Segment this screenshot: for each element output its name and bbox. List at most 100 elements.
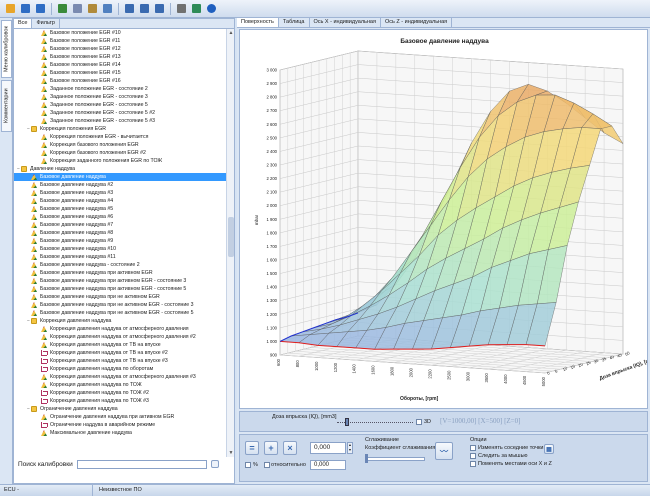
tree-item[interactable]: Базовое давление наддува (14, 173, 226, 181)
relative-checkbox[interactable] (264, 462, 270, 468)
reload-button[interactable] (190, 2, 203, 15)
copy-icon (73, 4, 82, 13)
view-tab[interactable]: Ось X - индивидуальная (309, 18, 381, 27)
tree-item[interactable]: Коррекция заданного положения EGR по ТОЖ (14, 157, 226, 165)
tree-item[interactable]: Коррекция давления наддува от атмосферно… (14, 333, 226, 341)
copy-button[interactable] (71, 2, 84, 15)
open-button[interactable] (4, 2, 17, 15)
tree-folder[interactable]: − Ограничение давления наддува (14, 405, 226, 413)
undo-button[interactable] (101, 2, 114, 15)
tree-item[interactable]: Коррекция давления наддува от атмосферно… (14, 325, 226, 333)
search-button[interactable] (153, 2, 166, 15)
settings-button[interactable] (175, 2, 188, 15)
navigate-button[interactable] (138, 2, 151, 15)
tree-item[interactable]: Заданное положение EGR - состояние 5 #2 (14, 109, 226, 117)
tree-item[interactable]: Базовое давление наддува #4 (14, 197, 226, 205)
grid-options-button[interactable]: ▦ (544, 444, 554, 454)
relative-value-input[interactable]: 0,000 (310, 460, 346, 470)
tree-item[interactable]: Ограничение давления наддува при активно… (14, 413, 226, 421)
tree-item-label: Коррекция заданного положения EGR по ТОЖ (50, 158, 163, 164)
tree-item[interactable]: Коррекция давления наддува по оборотам (14, 365, 226, 373)
smooth-button[interactable]: 〰 (435, 442, 453, 460)
tree-item[interactable]: Заданное положение EGR - состояние 3 (14, 93, 226, 101)
tree-item[interactable]: Базовое давление наддува #7 (14, 221, 226, 229)
tab-filter[interactable]: Фильтр (32, 19, 60, 28)
tree-item[interactable]: Базовое давление наддува #9 (14, 237, 226, 245)
paste-button[interactable] (86, 2, 99, 15)
tree-item[interactable]: Коррекция давления наддува по ТОЖ (14, 381, 226, 389)
tree-scrollbar[interactable]: ▲ ▼ (226, 29, 234, 457)
tree-item[interactable]: Коррекция давления наддува по ТОЖ #2 (14, 389, 226, 397)
tree-folder[interactable]: − Давление наддува (14, 165, 226, 173)
tab-all[interactable]: Все (14, 19, 33, 28)
tree-item[interactable]: Ограничение наддува в аварийном режиме (14, 421, 226, 429)
import-button[interactable] (56, 2, 69, 15)
tree-item[interactable]: Базовое давление наддува #5 (14, 205, 226, 213)
tree-folder[interactable]: − Коррекция давления наддува (14, 317, 226, 325)
tree-item[interactable]: Коррекция базового положения EGR #2 (14, 149, 226, 157)
tree-item[interactable]: Базовое давление наддува #10 (14, 245, 226, 253)
smoothing-slider[interactable] (365, 457, 425, 461)
save-button[interactable] (19, 2, 32, 15)
swap-axes-checkbox[interactable] (470, 461, 476, 467)
tree-item[interactable]: Базовое давление наддува #11 (14, 253, 226, 261)
tree-item[interactable]: Базовое давление наддува #2 (14, 181, 226, 189)
set-value-button[interactable]: = (245, 441, 259, 455)
save-as-button[interactable] (34, 2, 47, 15)
tree-item[interactable]: Коррекция давления наддува от ТВ на впус… (14, 357, 226, 365)
3d-checkbox[interactable] (416, 419, 422, 425)
view-tab[interactable]: Ось Z - индивидуальная (380, 18, 453, 27)
tree-item[interactable]: Базовое давление наддува - состояние 2 (14, 261, 226, 269)
view-tab[interactable]: Таблица (278, 18, 310, 27)
change-adjacent-checkbox[interactable] (470, 445, 476, 451)
tree-item[interactable]: Коррекция давления наддува от ТВ на впус… (14, 349, 226, 357)
multiply-value-button[interactable]: × (283, 441, 297, 455)
value-spin[interactable]: ▲ ▼ (347, 442, 353, 454)
tree-item[interactable]: Базовое давление наддува при активном EG… (14, 269, 226, 277)
value-input[interactable]: 0,000 (310, 442, 346, 454)
tree-item[interactable]: Коррекция базового положения EGR (14, 141, 226, 149)
help-button[interactable] (205, 2, 218, 15)
tree-item[interactable]: Заданное положение EGR - состояние 5 (14, 101, 226, 109)
tab-comments[interactable]: Комментарии (1, 80, 12, 132)
tree-item[interactable]: Базовое положение EGR #12 (14, 45, 226, 53)
scroll-thumb[interactable] (228, 217, 234, 257)
search-go-icon[interactable] (210, 460, 219, 468)
tree-item[interactable]: Заданное положение EGR - состояние 5 #3 (14, 117, 226, 125)
tree-item[interactable]: Коррекция давления наддува от атмосферно… (14, 373, 226, 381)
tree-item[interactable]: Базовое давление наддува при активном EG… (14, 277, 226, 285)
tree-item[interactable]: Базовое положение EGR #15 (14, 69, 226, 77)
tree-item[interactable]: Базовое давление наддува #3 (14, 189, 226, 197)
tree-item[interactable]: Базовое давление наддува при не активном… (14, 301, 226, 309)
tree-item[interactable]: Базовое положение EGR #13 (14, 53, 226, 61)
tree-item[interactable]: Базовое положение EGR #16 (14, 77, 226, 85)
percent-checkbox[interactable] (245, 462, 251, 468)
surface-plot[interactable]: Базовое давление наддува 900 1 000 1 100 1 … (239, 29, 648, 409)
tree-item[interactable]: Базовое положение EGR #10 (14, 29, 226, 37)
tree-item[interactable]: Базовое давление наддува при не активном… (14, 293, 226, 301)
z-tick-label: 1 400 (267, 285, 278, 290)
follow-mouse-checkbox[interactable] (470, 453, 476, 459)
tab-calibration-menu[interactable]: Меню калибровок (1, 20, 12, 78)
compare-button[interactable] (123, 2, 136, 15)
tree-item[interactable]: Коррекция давления наддува от ТВ на впус… (14, 341, 226, 349)
smoothing-slider-thumb[interactable] (365, 454, 368, 463)
search-input[interactable] (76, 459, 207, 469)
tree-item[interactable]: Максимальное давление наддува (14, 429, 226, 437)
tree-item[interactable]: Базовое давление наддува при активном EG… (14, 285, 226, 293)
tree-item[interactable]: Коррекция положения EGR - вычитается (14, 133, 226, 141)
tree-item[interactable]: Заданное положение EGR - состояние 2 (14, 85, 226, 93)
tree-item[interactable]: Базовое давление наддува #6 (14, 213, 226, 221)
surface-chart-svg[interactable]: 900 1 000 1 100 1 200 1 300 1 400 1 500 1 600 1 … (240, 30, 647, 408)
tree-item[interactable]: Базовое давление наддува при не активном… (14, 309, 226, 317)
iq-slider-thumb[interactable] (345, 418, 349, 426)
scroll-down-icon[interactable]: ▼ (227, 449, 235, 457)
view-tab[interactable]: Поверхность (237, 18, 279, 27)
add-value-button[interactable]: + (264, 441, 278, 455)
tree-folder[interactable]: − Коррекция положения EGR (14, 125, 226, 133)
tree-item[interactable]: Базовое давление наддува #8 (14, 229, 226, 237)
scroll-up-icon[interactable]: ▲ (227, 29, 235, 37)
tree-item[interactable]: Базовое положение EGR #14 (14, 61, 226, 69)
tree-item[interactable]: Коррекция давления наддува по ТОЖ #3 (14, 397, 226, 405)
tree-item[interactable]: Базовое положение EGR #11 (14, 37, 226, 45)
